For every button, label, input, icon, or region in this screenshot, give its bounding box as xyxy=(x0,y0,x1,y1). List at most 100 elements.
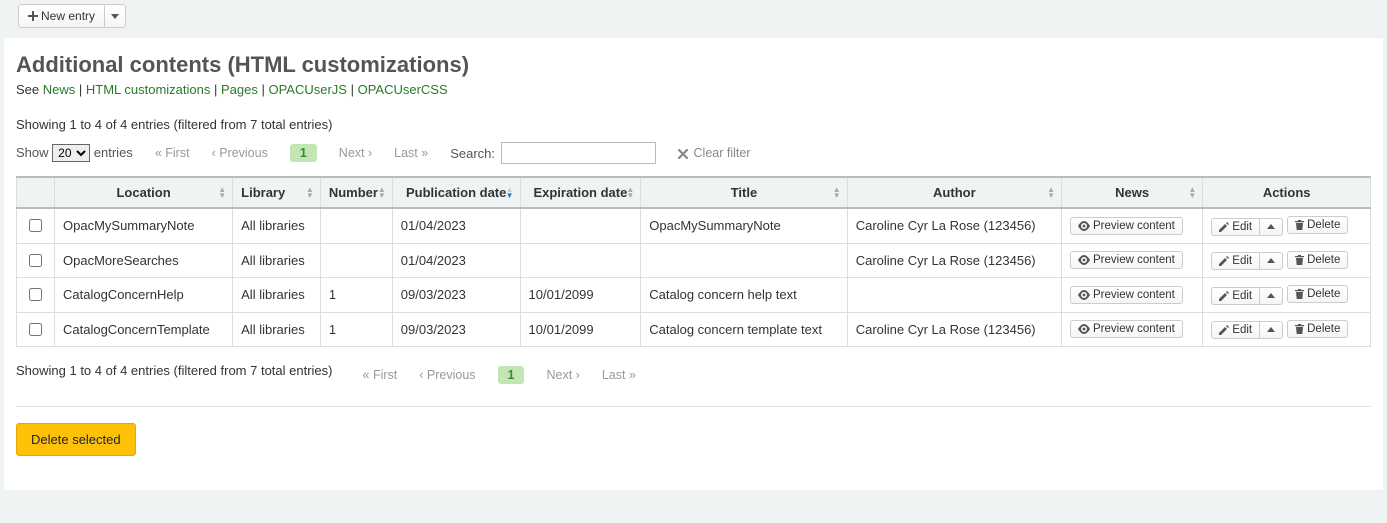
delete-button[interactable]: Delete xyxy=(1287,320,1348,338)
eye-icon xyxy=(1078,290,1090,300)
cell-author: Caroline Cyr La Rose (123456) xyxy=(847,243,1061,278)
pencil-icon xyxy=(1219,256,1229,266)
edit-dropdown-toggle[interactable] xyxy=(1259,218,1283,236)
trash-icon xyxy=(1295,324,1304,334)
trash-icon xyxy=(1295,289,1304,299)
pager-last[interactable]: Last » xyxy=(602,368,636,382)
plus-icon xyxy=(28,11,38,21)
pager-previous[interactable]: ‹ Previous xyxy=(419,368,475,382)
search-label: Search: xyxy=(450,146,495,161)
cell-location: OpacMySummaryNote xyxy=(55,208,233,243)
delete-button[interactable]: Delete xyxy=(1287,216,1348,234)
sort-icon: ▲▼ xyxy=(833,187,841,199)
sort-icon: ▲▼ xyxy=(506,187,514,199)
cell-expiration-date xyxy=(520,243,641,278)
edit-dropdown-toggle[interactable] xyxy=(1259,287,1283,305)
cell-number xyxy=(320,243,392,278)
col-title[interactable]: Title▲▼ xyxy=(641,177,847,208)
cell-title: OpacMySummaryNote xyxy=(641,208,847,243)
cell-news: Preview content xyxy=(1062,278,1203,313)
cell-location: CatalogConcernHelp xyxy=(55,278,233,313)
row-checkbox[interactable] xyxy=(29,323,42,336)
edit-dropdown-toggle[interactable] xyxy=(1259,252,1283,270)
row-checkbox[interactable] xyxy=(29,288,42,301)
link-pages[interactable]: Pages xyxy=(221,82,258,97)
entries-select[interactable]: 20 xyxy=(52,144,90,162)
edit-dropdown-toggle[interactable] xyxy=(1259,321,1283,339)
col-author[interactable]: Author▲▼ xyxy=(847,177,1061,208)
cell-actions: Edit Delete xyxy=(1203,312,1371,347)
cell-number: 1 xyxy=(320,312,392,347)
entries-label: entries xyxy=(94,145,133,160)
link-opacuserjs[interactable]: OPACUserJS xyxy=(268,82,347,97)
cell-expiration-date xyxy=(520,208,641,243)
link-opacusercss[interactable]: OPACUserCSS xyxy=(358,82,448,97)
pager-last[interactable]: Last » xyxy=(394,146,428,160)
edit-button[interactable]: Edit xyxy=(1211,321,1260,339)
table-row: OpacMySummaryNoteAll libraries01/04/2023… xyxy=(17,208,1371,243)
cell-publication-date: 09/03/2023 xyxy=(392,278,520,313)
edit-button[interactable]: Edit xyxy=(1211,287,1260,305)
link-news[interactable]: News xyxy=(43,82,76,97)
pager-next[interactable]: Next › xyxy=(339,146,372,160)
col-location[interactable]: Location▲▼ xyxy=(55,177,233,208)
pager-bottom: « First ‹ Previous 1 Next › Last » xyxy=(363,366,636,384)
see-links: See News | HTML customizations | Pages |… xyxy=(16,82,1371,97)
col-expiration-date[interactable]: Expiration date▲▼ xyxy=(520,177,641,208)
sort-icon: ▲▼ xyxy=(378,187,386,199)
pager-top: « First ‹ Previous 1 Next › Last » xyxy=(155,144,428,162)
new-entry-button-group: New entry xyxy=(18,4,126,28)
preview-content-button[interactable]: Preview content xyxy=(1070,286,1183,304)
new-entry-label: New entry xyxy=(41,9,95,23)
cell-news: Preview content xyxy=(1062,312,1203,347)
sort-icon: ▲▼ xyxy=(1188,187,1196,199)
edit-button[interactable]: Edit xyxy=(1211,218,1260,236)
pager-current[interactable]: 1 xyxy=(498,366,525,384)
pager-first[interactable]: « First xyxy=(155,146,190,160)
cell-library: All libraries xyxy=(233,208,321,243)
delete-selected-button[interactable]: Delete selected xyxy=(16,423,136,456)
pager-next[interactable]: Next › xyxy=(546,368,579,382)
new-entry-dropdown-toggle[interactable] xyxy=(104,4,126,28)
clear-filter-button[interactable]: Clear filter xyxy=(678,146,750,160)
cell-location: OpacMoreSearches xyxy=(55,243,233,278)
preview-content-button[interactable]: Preview content xyxy=(1070,251,1183,269)
caret-up-icon xyxy=(1267,326,1275,334)
cell-expiration-date: 10/01/2099 xyxy=(520,312,641,347)
col-number[interactable]: Number▲▼ xyxy=(320,177,392,208)
col-actions: Actions xyxy=(1203,177,1371,208)
cell-news: Preview content xyxy=(1062,243,1203,278)
col-publication-date[interactable]: Publication date▲▼ xyxy=(392,177,520,208)
preview-content-button[interactable]: Preview content xyxy=(1070,217,1183,235)
cell-number: 1 xyxy=(320,278,392,313)
row-checkbox[interactable] xyxy=(29,219,42,232)
cell-title: Catalog concern help text xyxy=(641,278,847,313)
search-input[interactable] xyxy=(501,142,656,164)
datatable-info-top: Showing 1 to 4 of 4 entries (filtered fr… xyxy=(16,117,1371,132)
cell-location: CatalogConcernTemplate xyxy=(55,312,233,347)
caret-down-icon xyxy=(111,12,119,20)
pager-first[interactable]: « First xyxy=(363,368,398,382)
pager-current[interactable]: 1 xyxy=(290,144,317,162)
cell-actions: Edit Delete xyxy=(1203,208,1371,243)
trash-icon xyxy=(1295,255,1304,265)
pager-previous[interactable]: ‹ Previous xyxy=(212,146,268,160)
col-news[interactable]: News▲▼ xyxy=(1062,177,1203,208)
cell-actions: Edit Delete xyxy=(1203,243,1371,278)
preview-content-button[interactable]: Preview content xyxy=(1070,320,1183,338)
new-entry-button[interactable]: New entry xyxy=(18,4,105,28)
cell-title: Catalog concern template text xyxy=(641,312,847,347)
link-html-customizations[interactable]: HTML customizations xyxy=(86,82,211,97)
col-library[interactable]: Library▲▼ xyxy=(233,177,321,208)
delete-button[interactable]: Delete xyxy=(1287,285,1348,303)
sort-icon: ▲▼ xyxy=(218,187,226,199)
table-row: CatalogConcernHelpAll libraries109/03/20… xyxy=(17,278,1371,313)
row-checkbox[interactable] xyxy=(29,254,42,267)
edit-button[interactable]: Edit xyxy=(1211,252,1260,270)
sort-icon: ▲▼ xyxy=(626,187,634,199)
pencil-icon xyxy=(1219,291,1229,301)
sort-icon: ▲▼ xyxy=(1047,187,1055,199)
pencil-icon xyxy=(1219,222,1229,232)
delete-button[interactable]: Delete xyxy=(1287,251,1348,269)
eye-icon xyxy=(1078,324,1090,334)
